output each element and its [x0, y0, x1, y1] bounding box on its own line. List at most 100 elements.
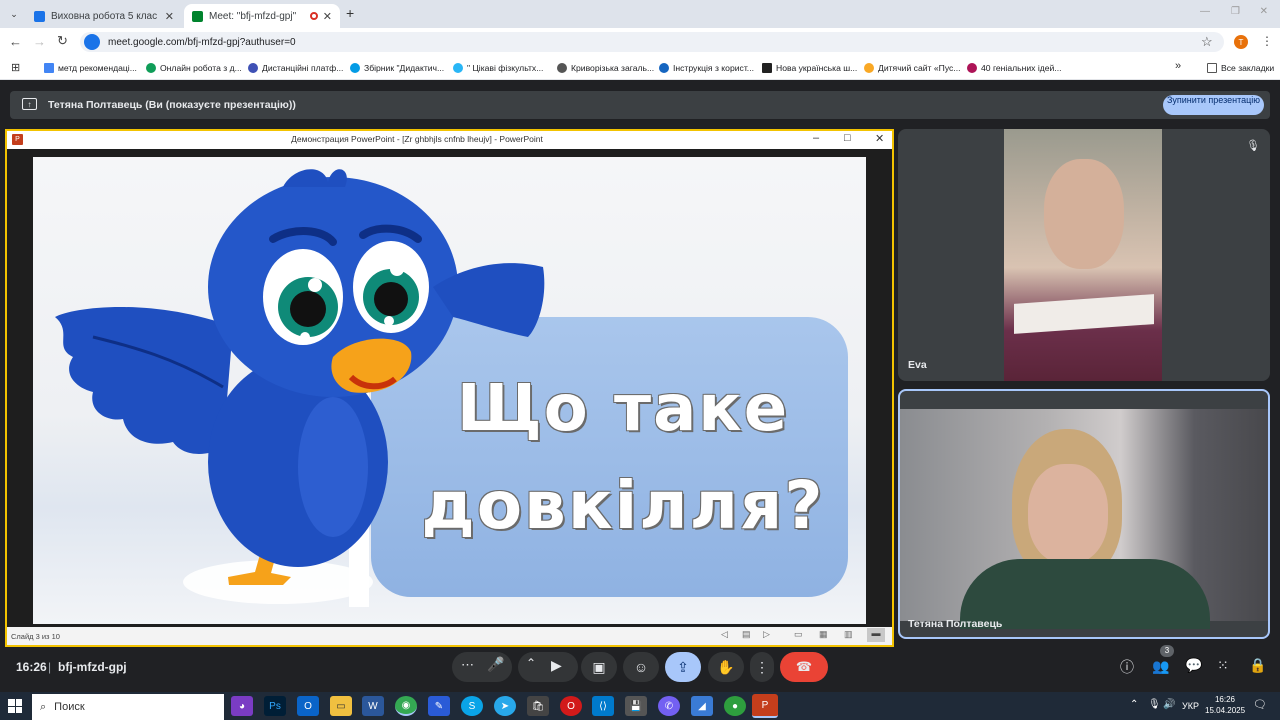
prev-slide-icon[interactable]: ◁: [721, 629, 728, 640]
close-window-icon[interactable]: ✕: [1260, 6, 1268, 17]
participant-name: Тетяна Полтавець: [908, 618, 1003, 630]
stop-presenting-button[interactable]: Зупинити презентацію: [1163, 95, 1264, 115]
windows-start-icon[interactable]: [8, 699, 22, 713]
notes-icon[interactable]: ▤: [742, 629, 751, 640]
bookmark-item[interactable]: Криворізька загаль...: [557, 60, 654, 76]
all-bookmarks[interactable]: Все закладки: [1207, 60, 1274, 76]
skype-icon[interactable]: S: [461, 696, 483, 716]
participant-tile-eva[interactable]: 🎙 Eva: [898, 129, 1270, 381]
camera-options-icon[interactable]: ⌃: [526, 656, 536, 670]
tab-meet[interactable]: Meet: "bfj-mfzd-gpj" ✕: [184, 4, 340, 28]
tab-vykhovna-robota[interactable]: Виховна робота 5 клас ✕: [26, 4, 182, 28]
more-options-button[interactable]: ⋮: [750, 652, 774, 682]
ppt-maximize-icon[interactable]: □: [844, 132, 851, 144]
chrome-icon[interactable]: ◉: [395, 696, 417, 716]
reactions-button[interactable]: ☺: [623, 652, 659, 682]
tetiana-video: [900, 409, 1268, 629]
restore-icon[interactable]: ❐: [1231, 6, 1240, 17]
volume-icon[interactable]: 🔊: [1163, 699, 1175, 710]
next-slide-icon[interactable]: ▷: [763, 629, 770, 640]
present-button[interactable]: ⇪: [665, 652, 701, 682]
clock[interactable]: 16:26 15.04.2025: [1205, 695, 1245, 715]
browser-menu-icon[interactable]: ⋮: [1261, 34, 1273, 48]
mic-options-icon[interactable]: ⋯: [461, 657, 474, 673]
bookmark-item[interactable]: Онлайн робота з д...: [146, 60, 242, 76]
captions-icon: ▣: [592, 658, 606, 675]
close-tab-icon[interactable]: ✕: [165, 10, 174, 23]
tray-mic-icon[interactable]: 🎙: [1148, 699, 1161, 710]
app-green-icon[interactable]: ●: [724, 696, 746, 716]
bookmark-item[interactable]: " Цікаві фізкультх...: [453, 60, 543, 76]
leave-call-button[interactable]: ☎: [780, 652, 828, 682]
opera-icon[interactable]: O: [560, 696, 582, 716]
site-info-icon[interactable]: [84, 34, 100, 50]
language-indicator[interactable]: УКР: [1182, 701, 1199, 711]
taskbar-search[interactable]: ⌕ Поиск: [32, 694, 224, 720]
copilot-icon[interactable]: ◕: [231, 696, 253, 716]
apps-grid-icon[interactable]: ⊞: [11, 61, 20, 74]
bookmark-item[interactable]: Дистанційні платф...: [248, 60, 343, 76]
separator: |: [48, 660, 52, 674]
ppt-minimize-icon[interactable]: –: [813, 132, 819, 144]
close-tab-icon[interactable]: ✕: [323, 10, 332, 23]
outlook-icon[interactable]: O: [297, 696, 319, 716]
camera-icon[interactable]: ▶: [551, 657, 562, 674]
whiteboard-icon[interactable]: ✎: [428, 696, 450, 716]
present-screen-icon: ⇪: [677, 658, 689, 675]
file-explorer-icon[interactable]: ▭: [330, 696, 352, 716]
bookmark-item[interactable]: Інструкція з корист...: [659, 60, 754, 76]
telegram-icon[interactable]: ➤: [494, 696, 516, 716]
bookmark-item[interactable]: метд рекомендаці...: [44, 60, 137, 76]
people-icon[interactable]: 👥: [1152, 658, 1169, 675]
app-icon[interactable]: ◢: [691, 696, 713, 716]
vscode-icon[interactable]: ⟨⟩: [592, 696, 614, 716]
reading-view-icon[interactable]: ▥: [844, 629, 853, 640]
bookmark-item[interactable]: Збірник "Дидактич...: [350, 60, 444, 76]
back-icon[interactable]: ←: [9, 34, 22, 49]
save-icon[interactable]: 💾: [625, 696, 647, 716]
normal-view-icon[interactable]: ▭: [794, 629, 803, 640]
captions-button[interactable]: ▣: [581, 652, 617, 682]
present-screen-icon: ↑: [22, 98, 37, 110]
bookmark-item[interactable]: Нова українська ш...: [762, 60, 857, 76]
store-icon[interactable]: 🛍: [527, 696, 549, 716]
more-vert-icon: ⋮: [755, 658, 769, 675]
meet-icon: [192, 10, 203, 22]
raise-hand-button[interactable]: ✋: [708, 652, 744, 682]
new-tab-icon[interactable]: +: [346, 5, 354, 21]
chat-icon[interactable]: 💬: [1185, 657, 1202, 674]
host-controls-icon[interactable]: 🔒: [1249, 657, 1266, 674]
photoshop-icon[interactable]: Ps: [264, 696, 286, 716]
more-bookmarks-icon[interactable]: »: [1175, 60, 1181, 72]
face-shape: [1028, 464, 1108, 564]
forward-icon[interactable]: →: [33, 34, 46, 49]
tray-overflow-icon[interactable]: ⌃: [1130, 699, 1138, 710]
powerpoint-taskbar-icon[interactable]: P: [752, 694, 778, 718]
bookmark-star-icon[interactable]: ☆: [1201, 34, 1213, 50]
presenting-text: Тетяна Полтавець (Ви (показуєте презента…: [48, 99, 296, 111]
eva-video: [1004, 129, 1162, 381]
tab-search-icon[interactable]: ⌄: [6, 6, 22, 22]
hand-icon: ✋: [717, 658, 735, 675]
meeting-info-icon[interactable]: ⓘ: [1120, 657, 1134, 677]
slide-sorter-icon[interactable]: ▦: [819, 629, 828, 640]
microphone-icon[interactable]: 🎤: [487, 656, 504, 673]
end-call-icon: ☎: [795, 659, 813, 674]
google-sites-icon: [34, 10, 45, 22]
ppt-close-icon[interactable]: ✕: [875, 132, 884, 145]
profile-avatar[interactable]: T: [1234, 35, 1248, 49]
ppt-statusbar: Слайд 3 из 10 ◁ ▤ ▷ ▭ ▦ ▥ ▬: [7, 627, 892, 645]
viber-icon[interactable]: ✆: [658, 696, 680, 716]
activities-icon[interactable]: ⁙: [1217, 657, 1229, 674]
bookmark-item[interactable]: 40 геніальних ідей...: [967, 60, 1062, 76]
notifications-icon[interactable]: 🗨: [1253, 698, 1267, 711]
word-icon[interactable]: W: [362, 696, 384, 716]
slide-title-line2: довкілля?: [421, 467, 825, 544]
slideshow-view-icon[interactable]: ▬: [867, 628, 885, 642]
participant-tile-tetiana[interactable]: Тетяна Полтавець: [898, 389, 1270, 639]
address-bar[interactable]: meet.google.com/bfj-mfzd-gpj?authuser=0: [80, 32, 1224, 52]
bookmark-item[interactable]: Дитячий сайт «Пус...: [864, 60, 961, 76]
reload-icon[interactable]: ↻: [57, 33, 68, 49]
minimize-icon[interactable]: —: [1200, 6, 1210, 17]
emoji-icon: ☺: [633, 659, 649, 675]
